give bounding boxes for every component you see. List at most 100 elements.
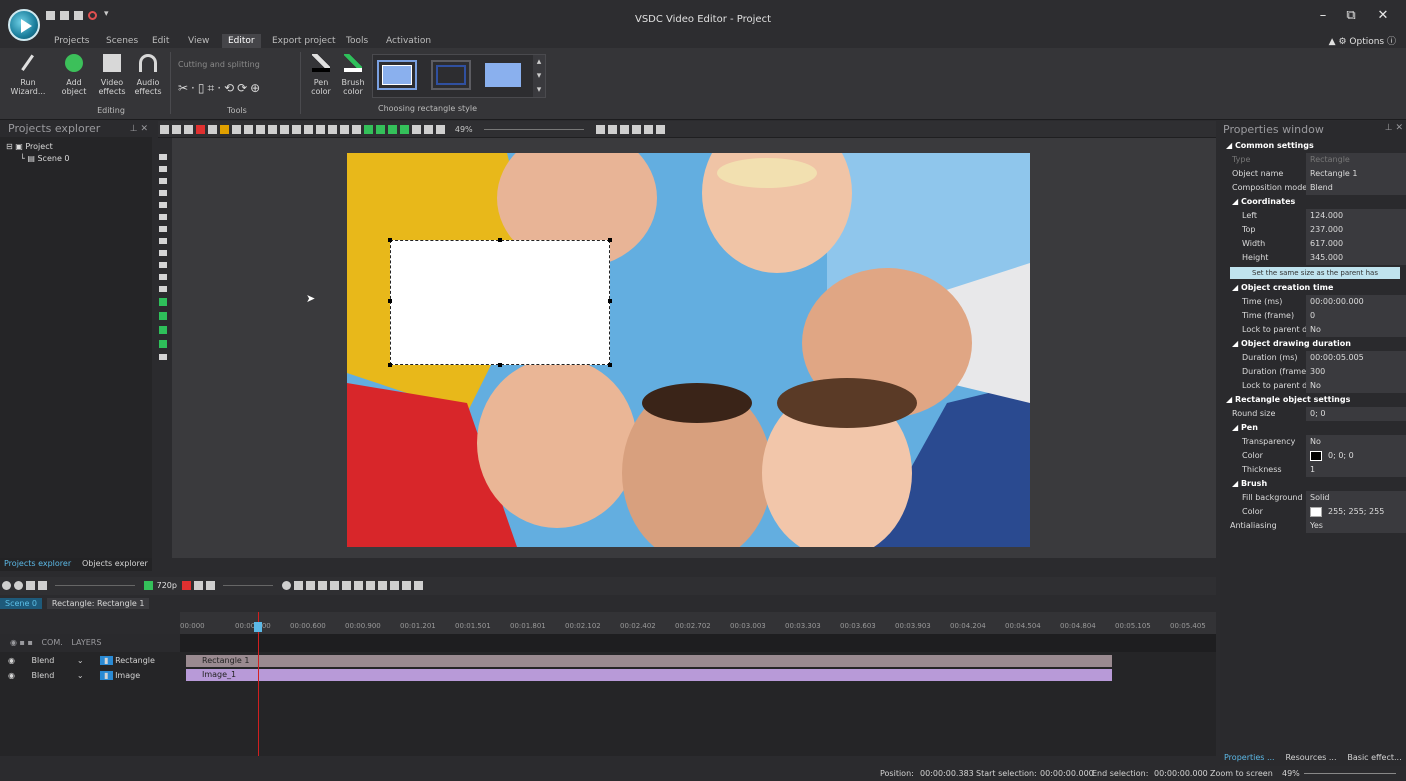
split-icon[interactable] [389,581,399,590]
zoom-out-icon[interactable] [14,581,23,590]
prop-row-height[interactable]: Height 345.000 [1220,251,1406,265]
resize-handle[interactable] [608,238,612,242]
spectrum-icon[interactable] [159,340,167,348]
sprite-icon[interactable] [159,286,167,292]
lock-parent-duration-field[interactable]: No [1306,379,1406,393]
rulers-icon[interactable] [644,125,654,134]
distribute-icon[interactable] [328,125,337,134]
time-frame-field[interactable]: 0 [1306,309,1406,323]
selected-rectangle-object[interactable] [388,238,612,367]
align-top-icon[interactable] [292,125,301,134]
menu-edit[interactable]: Edit [146,34,175,48]
section-rectangle-settings[interactable]: ◢ Rectangle object settings [1220,393,1406,407]
ellipse-icon[interactable] [159,214,167,220]
options-button[interactable]: ▲ ⚙ Options ⓘ [1329,34,1396,47]
size-icon[interactable] [340,125,349,134]
align-middle-icon[interactable] [304,125,313,134]
video-icon[interactable] [159,312,167,320]
cut-icon[interactable] [413,581,423,590]
step-back-icon[interactable] [317,581,327,590]
prop-row-composition-mode[interactable]: Composition mode Blend [1220,181,1406,195]
tab-basic-effects[interactable]: Basic effect... [1343,752,1405,763]
grid-icon[interactable] [596,125,606,134]
preview-icon[interactable] [143,581,153,590]
menu-scenes[interactable]: Scenes [100,34,144,48]
align-icon[interactable] [244,125,253,134]
volume-slider[interactable] [222,585,273,586]
zoom-slider[interactable] [483,129,584,130]
timeline-zoom-slider[interactable] [54,585,135,586]
section-coordinates[interactable]: ◢ Coordinates [1220,195,1406,209]
tab-properties[interactable]: Properties ... [1220,752,1279,763]
undo-icon[interactable] [220,125,229,134]
send-back-icon[interactable] [400,125,409,134]
thickness-field[interactable]: 1 [1306,463,1406,477]
cutting-splitting-label[interactable]: Cutting and splitting [178,60,260,69]
resolution-dropdown[interactable]: 720p [157,577,177,594]
go-end-icon[interactable] [353,581,363,590]
tools-row-icons[interactable]: ✂·▯⌗·⟲⟳⊕ [178,81,263,96]
antialiasing-field[interactable]: Yes [1306,519,1406,533]
prop-row-time-ms[interactable]: Time (ms) 00:00:00.000 [1220,295,1406,309]
resize-handle[interactable] [388,363,392,367]
playhead-handle[interactable] [254,622,262,632]
delete-icon[interactable] [196,125,205,134]
time-ms-field[interactable]: 00:00:00.000 [1306,295,1406,309]
section-common-settings[interactable]: ◢ Common settings [1220,139,1406,153]
move-icon[interactable] [159,354,167,360]
style-gallery-scroll[interactable]: ▴ ▾ ▾ [533,55,545,97]
prop-row-width[interactable]: Width 617.000 [1220,237,1406,251]
resize-handle[interactable] [498,363,502,367]
left-field[interactable]: 124.000 [1306,209,1406,223]
prop-row-transparency[interactable]: Transparency No [1220,435,1406,449]
prop-row-round-size[interactable]: Round size 0; 0 [1220,407,1406,421]
zoom-to-screen-label[interactable]: Zoom to screen [1210,766,1273,781]
close-button[interactable]: ✕ [1372,8,1394,23]
video-effects-button[interactable]: Video effects [94,54,130,96]
composition-mode-field[interactable]: Blend [1306,181,1406,195]
snap-icon[interactable] [608,125,618,134]
prop-row-time-frame[interactable]: Time (frame) 0 [1220,309,1406,323]
style-swatch-filled[interactable] [377,60,417,90]
object-name-field[interactable]: Rectangle 1 [1306,167,1406,181]
track-image[interactable]: ◉ Blend ⌄ ▮ Image [0,669,180,683]
align-left-icon[interactable] [256,125,265,134]
align-center-icon[interactable] [268,125,277,134]
line-icon[interactable] [159,190,167,196]
prop-row-fill-background[interactable]: Fill background Solid [1220,491,1406,505]
next-frame-icon[interactable] [341,581,351,590]
menu-tools[interactable]: Tools [340,34,374,48]
move-down-icon[interactable] [376,125,385,134]
audio-icon[interactable] [159,326,167,334]
size-icon[interactable] [352,125,361,134]
resize-handle[interactable] [388,299,392,303]
layer-icon[interactable] [159,166,167,172]
eye-icon[interactable]: ◉ [8,656,15,665]
minimize-button[interactable]: – [1312,8,1334,23]
pen-color-field[interactable]: 0; 0; 0 [1306,449,1406,463]
playhead-cursor[interactable] [258,612,259,756]
prop-row-object-name[interactable]: Object name Rectangle 1 [1220,167,1406,181]
tab-objects-explorer[interactable]: Objects explorer [78,558,152,569]
prop-row-left[interactable]: Left 124.000 [1220,209,1406,223]
clock-icon[interactable] [281,581,291,590]
bubble-icon[interactable] [159,262,167,268]
zoom-in-icon[interactable] [2,581,11,590]
stop-icon[interactable] [193,581,203,590]
transparency-field[interactable]: No [1306,435,1406,449]
copy-icon[interactable] [172,125,181,134]
rectangle-icon[interactable] [159,202,167,208]
brush-color-field[interactable]: 255; 255; 255 [1306,505,1406,519]
guides-icon[interactable] [632,125,642,134]
timeline-ruler[interactable]: 00:000 00:00.300 00:00.600 00:00.900 00:01.2… [180,612,1216,634]
step-forward-icon[interactable] [329,581,339,590]
marker-icon[interactable] [377,581,387,590]
menu-editor[interactable]: Editor [222,34,261,48]
polygon-icon[interactable] [159,226,167,232]
prop-row-brush-color[interactable]: Color 255; 255; 255 [1220,505,1406,519]
tab-resources[interactable]: Resources ... [1281,752,1340,763]
pen-color-button[interactable]: Pen color [306,54,336,96]
style-swatch-solid[interactable] [485,63,521,87]
brush-color-button[interactable]: Brush color [338,54,368,96]
pin-close-icon[interactable]: ⊥ ✕ [1385,123,1403,133]
